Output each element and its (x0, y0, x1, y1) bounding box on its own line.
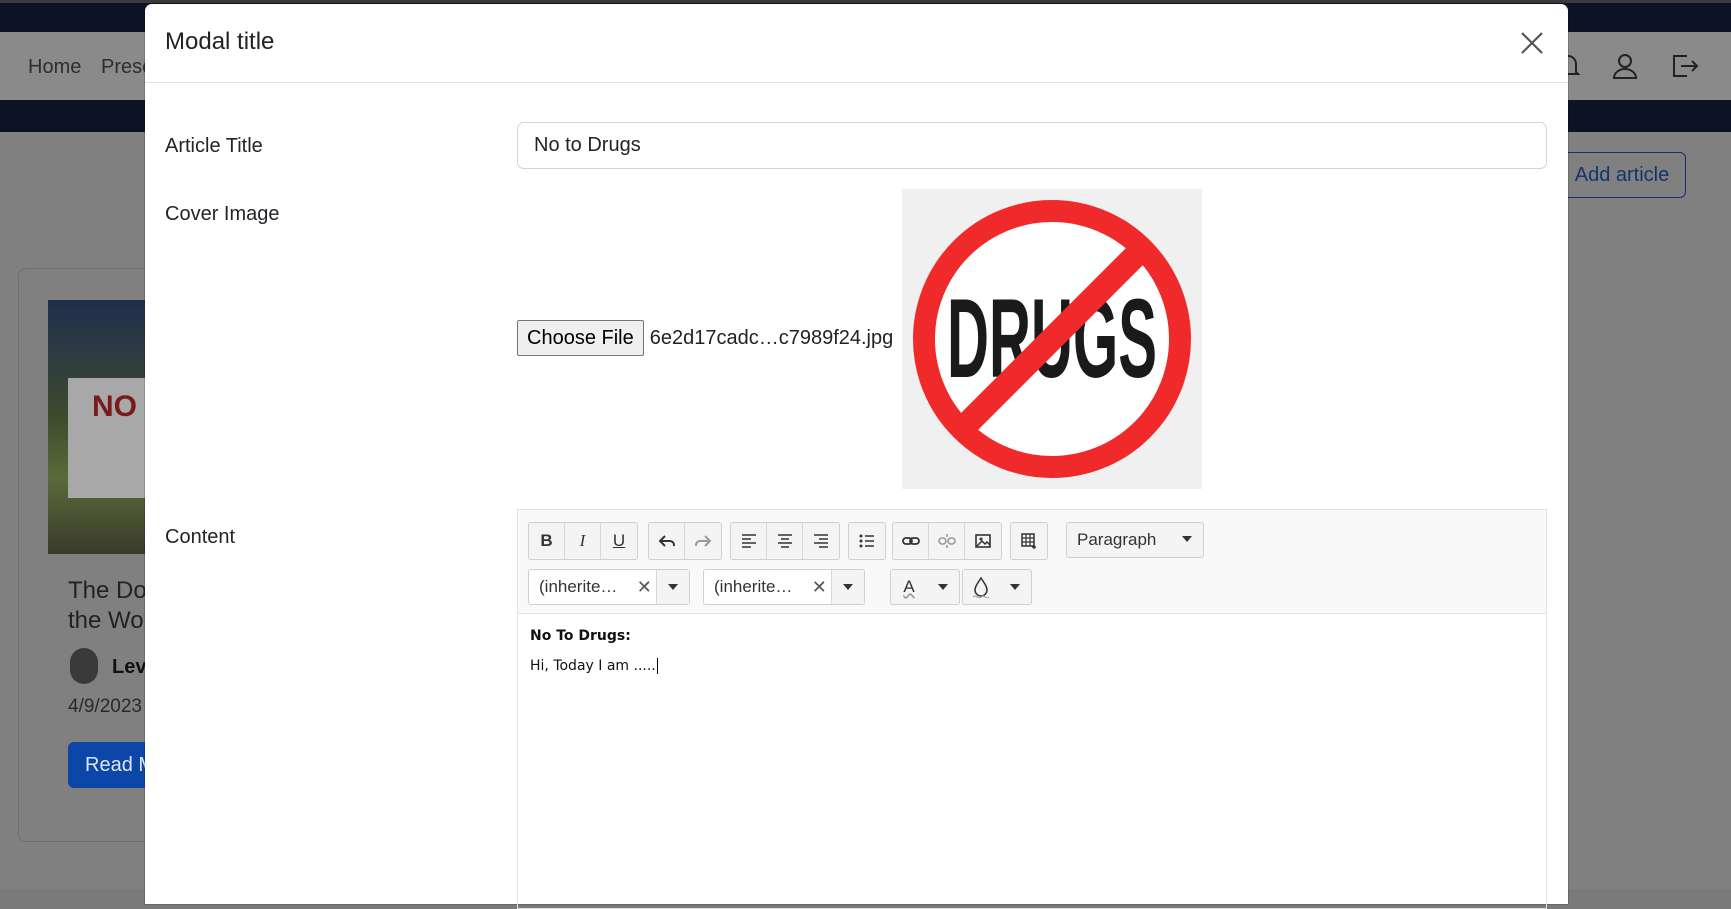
background-color-picker[interactable] (962, 569, 1032, 605)
clear-font-size-icon[interactable]: ✕ (807, 577, 831, 598)
font-family-select[interactable]: (inherite… ✕ (528, 569, 690, 605)
content-heading: No To Drugs: (530, 628, 631, 644)
content-line: Hi, Today I am ..... (530, 658, 658, 674)
rich-text-editor: B I U Paragraph (inherite… ✕ (inherite… … (517, 509, 1547, 909)
chevron-down-icon (1182, 536, 1192, 542)
image-button[interactable] (965, 523, 1001, 559)
link-group (892, 522, 1002, 560)
table-button[interactable] (1011, 523, 1047, 559)
content-line-text: Hi, Today I am ..... (530, 658, 656, 674)
file-input: Choose File 6e2d17cadc…c7989f24.jpg (517, 320, 893, 356)
redo-button[interactable] (685, 523, 721, 559)
article-date: 4/9/2023 (68, 696, 142, 717)
format-group: B I U (528, 522, 638, 560)
chevron-down-icon (1010, 584, 1020, 590)
sign-text: NO (92, 390, 137, 423)
image-icon (975, 534, 991, 548)
editor-toolbar: B I U Paragraph (inherite… ✕ (inherite… … (518, 510, 1546, 614)
bullet-list-button[interactable] (849, 523, 885, 559)
undo-button[interactable] (649, 523, 685, 559)
font-family-dropdown[interactable] (656, 570, 689, 604)
text-caret (656, 658, 658, 674)
nav-home[interactable]: Home (28, 56, 81, 79)
chevron-down-icon (843, 584, 854, 590)
user-icon[interactable] (1609, 50, 1641, 82)
undo-icon (658, 535, 675, 547)
font-color-picker[interactable]: A (890, 569, 960, 605)
modal-title: Modal title (165, 28, 275, 55)
align-left-button[interactable] (731, 523, 767, 559)
link-button[interactable] (893, 523, 929, 559)
italic-button[interactable]: I (565, 523, 601, 559)
chevron-down-icon (938, 584, 948, 590)
clear-font-family-icon[interactable]: ✕ (632, 577, 656, 598)
article-card-title: The Do the Wo (68, 576, 147, 636)
underline-button[interactable]: U (601, 523, 637, 559)
bold-button[interactable]: B (529, 523, 565, 559)
author-name: Lev (112, 656, 147, 678)
editor-content-area[interactable]: No To Drugs: Hi, Today I am ..... (530, 628, 658, 674)
table-group (1010, 522, 1048, 560)
link-icon (901, 537, 920, 545)
unlink-button[interactable] (929, 523, 965, 559)
article-title-label: Article Title (165, 135, 263, 157)
cover-image-preview: DRUGS (902, 189, 1202, 489)
paragraph-format-select[interactable]: Paragraph (1066, 522, 1204, 558)
align-group (730, 522, 840, 560)
file-name: 6e2d17cadc…c7989f24.jpg (649, 326, 894, 349)
bullet-list-icon (859, 534, 874, 548)
align-center-icon (777, 534, 792, 548)
align-right-icon (814, 534, 828, 548)
article-card-title-line1: The Do (68, 577, 147, 604)
article-card-title-line2: the Wo (68, 607, 144, 634)
logout-icon[interactable] (1668, 50, 1700, 82)
font-size-select[interactable]: (inherite… ✕ (703, 569, 865, 605)
table-icon (1021, 533, 1036, 549)
font-color-letter: A (903, 577, 915, 596)
align-right-button[interactable] (803, 523, 839, 559)
close-icon[interactable] (1517, 28, 1547, 58)
article-title-input[interactable] (517, 122, 1547, 169)
content-label: Content (165, 526, 236, 548)
article-card-image: NO (48, 300, 158, 554)
unlink-icon (937, 534, 956, 548)
align-left-icon (741, 534, 756, 548)
align-center-button[interactable] (767, 523, 803, 559)
modal-header: Modal title (145, 4, 1568, 83)
font-size-dropdown[interactable] (831, 570, 864, 604)
author-avatar (70, 648, 98, 684)
modal-dialog: Modal title Article Title Cover Image Ch… (145, 4, 1568, 909)
drop-icon (972, 576, 990, 598)
font-family-value: (inherite… (539, 577, 618, 596)
paragraph-format-value: Paragraph (1077, 530, 1157, 549)
history-group (648, 522, 722, 560)
redo-icon (695, 535, 712, 547)
chevron-down-icon (668, 584, 679, 590)
font-size-value: (inherite… (714, 577, 793, 596)
choose-file-button[interactable]: Choose File (517, 320, 644, 356)
cover-image-label: Cover Image (165, 203, 280, 225)
list-group (848, 522, 886, 560)
